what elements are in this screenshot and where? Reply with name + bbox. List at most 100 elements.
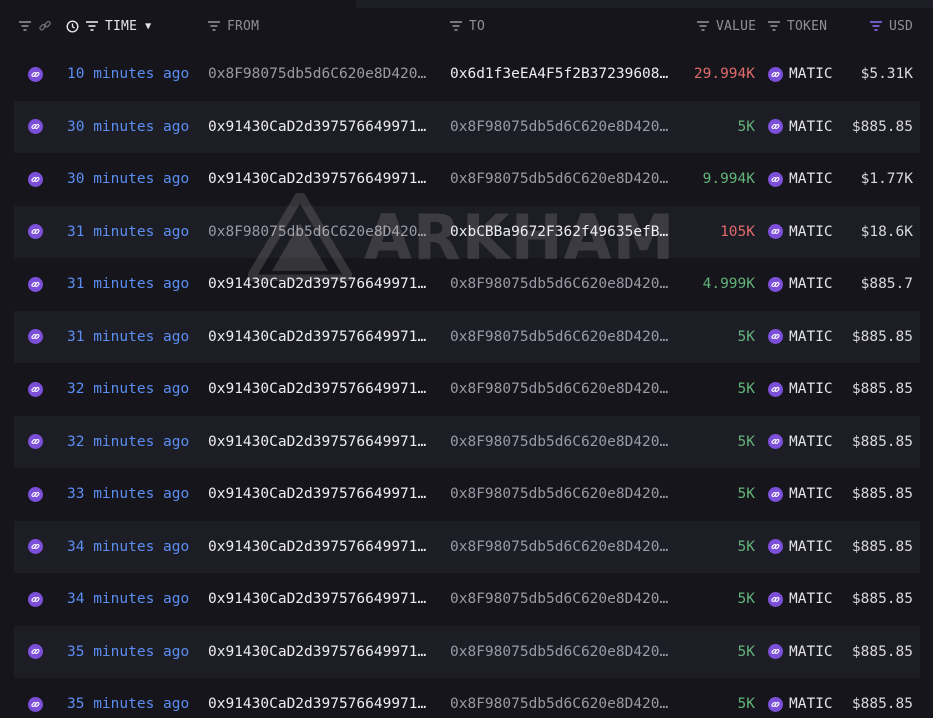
link-icon[interactable]: [28, 276, 43, 292]
link-icon[interactable]: [28, 644, 43, 659]
time-link[interactable]: 34 minutes ago: [67, 573, 197, 625]
from-address-text[interactable]: 0x8F98075db5d6C620e8D420…: [208, 224, 436, 240]
from-address-text[interactable]: 0x91430CaD2d397576649971…: [208, 591, 436, 607]
table-row[interactable]: 31 minutes ago 0x8F98075db5d6C620e8D420… 0…: [14, 205, 920, 258]
link-filter-header[interactable]: [18, 17, 52, 35]
token-cell[interactable]: MATIC: [768, 311, 848, 363]
token-symbol[interactable]: MATIC: [789, 276, 833, 292]
chain-link-icon[interactable]: [38, 19, 52, 33]
token-symbol[interactable]: MATIC: [789, 644, 833, 660]
row-link-cell[interactable]: [28, 101, 46, 153]
from-address-text[interactable]: 0x91430CaD2d397576649971…: [208, 329, 436, 345]
to-address[interactable]: 0x8F98075db5d6C620e8D420…: [450, 153, 678, 205]
to-address-text[interactable]: 0x6d1f3eEA4F5f2B37239608…: [450, 66, 678, 82]
table-row[interactable]: 30 minutes ago 0x91430CaD2d397576649971… 0…: [14, 100, 920, 153]
row-link-cell[interactable]: [28, 626, 46, 678]
token-symbol[interactable]: MATIC: [789, 486, 833, 502]
time-link[interactable]: 32 minutes ago: [67, 416, 197, 468]
to-address[interactable]: 0x8F98075db5d6C620e8D420…: [450, 678, 678, 718]
link-icon[interactable]: [28, 539, 43, 554]
to-address[interactable]: 0x8F98075db5d6C620e8D420…: [450, 521, 678, 573]
from-address-text[interactable]: 0x91430CaD2d397576649971…: [208, 381, 436, 397]
from-address[interactable]: 0x91430CaD2d397576649971…: [208, 311, 436, 363]
time-column-header[interactable]: TIME ▼: [66, 17, 151, 35]
to-address[interactable]: 0x8F98075db5d6C620e8D420…: [450, 468, 678, 520]
from-address[interactable]: 0x8F98075db5d6C620e8D420…: [208, 206, 436, 258]
link-icon[interactable]: [28, 329, 43, 344]
link-icon[interactable]: [28, 381, 43, 397]
row-link-cell[interactable]: [28, 573, 46, 625]
link-icon[interactable]: [28, 66, 43, 82]
to-address-text[interactable]: 0x8F98075db5d6C620e8D420…: [450, 539, 678, 555]
token-cell[interactable]: MATIC: [768, 521, 848, 573]
table-row[interactable]: 31 minutes ago 0x91430CaD2d397576649971… 0…: [14, 258, 920, 310]
time-link[interactable]: 31 minutes ago: [67, 311, 197, 363]
row-link-cell[interactable]: [28, 468, 46, 520]
link-icon[interactable]: [28, 224, 43, 239]
token-cell[interactable]: MATIC: [768, 101, 848, 153]
filter-icon[interactable]: [696, 20, 710, 32]
to-address[interactable]: 0xbCBBa9672F362f49635efB…: [450, 206, 678, 258]
time-link[interactable]: 10 minutes ago: [67, 48, 197, 100]
token-cell[interactable]: MATIC: [768, 468, 848, 520]
to-address-text[interactable]: 0x8F98075db5d6C620e8D420…: [450, 434, 678, 450]
to-address-text[interactable]: 0x8F98075db5d6C620e8D420…: [450, 696, 678, 712]
from-address-text[interactable]: 0x91430CaD2d397576649971…: [208, 119, 436, 135]
to-address[interactable]: 0x8F98075db5d6C620e8D420…: [450, 258, 678, 310]
filter-icon[interactable]: [18, 20, 32, 32]
from-address-text[interactable]: 0x91430CaD2d397576649971…: [208, 696, 436, 712]
from-address[interactable]: 0x91430CaD2d397576649971…: [208, 521, 436, 573]
token-cell[interactable]: MATIC: [768, 258, 848, 310]
time-link[interactable]: 34 minutes ago: [67, 521, 197, 573]
to-address[interactable]: 0x6d1f3eEA4F5f2B37239608…: [450, 48, 678, 100]
token-symbol[interactable]: MATIC: [789, 66, 833, 82]
token-symbol[interactable]: MATIC: [789, 591, 833, 607]
link-icon[interactable]: [28, 434, 43, 449]
row-link-cell[interactable]: [28, 258, 46, 310]
row-link-cell[interactable]: [28, 48, 46, 100]
from-address-text[interactable]: 0x91430CaD2d397576649971…: [208, 486, 436, 502]
from-address[interactable]: 0x91430CaD2d397576649971…: [208, 153, 436, 205]
from-address-text[interactable]: 0x91430CaD2d397576649971…: [208, 171, 436, 187]
from-address[interactable]: 0x91430CaD2d397576649971…: [208, 416, 436, 468]
to-address[interactable]: 0x8F98075db5d6C620e8D420…: [450, 311, 678, 363]
to-address-text[interactable]: 0x8F98075db5d6C620e8D420…: [450, 486, 678, 502]
token-cell[interactable]: MATIC: [768, 416, 848, 468]
token-cell[interactable]: MATIC: [768, 626, 848, 678]
from-address[interactable]: 0x91430CaD2d397576649971…: [208, 101, 436, 153]
to-address-text[interactable]: 0x8F98075db5d6C620e8D420…: [450, 276, 678, 292]
token-cell[interactable]: MATIC: [768, 363, 848, 415]
table-row[interactable]: 35 minutes ago 0x91430CaD2d397576649971… 0…: [14, 678, 920, 718]
token-column-header[interactable]: TOKEN: [767, 17, 827, 35]
usd-column-header[interactable]: USD: [869, 17, 913, 35]
row-link-cell[interactable]: [28, 678, 46, 718]
token-symbol[interactable]: MATIC: [789, 224, 833, 240]
from-column-header[interactable]: FROM: [207, 17, 259, 35]
row-link-cell[interactable]: [28, 206, 46, 258]
from-address[interactable]: 0x91430CaD2d397576649971…: [208, 468, 436, 520]
token-cell[interactable]: MATIC: [768, 153, 848, 205]
table-row[interactable]: 34 minutes ago 0x91430CaD2d397576649971… 0…: [14, 573, 920, 625]
to-address-text[interactable]: 0x8F98075db5d6C620e8D420…: [450, 171, 678, 187]
link-icon[interactable]: [28, 696, 43, 712]
filter-icon[interactable]: [449, 20, 463, 32]
to-column-header[interactable]: TO: [449, 17, 485, 35]
from-address[interactable]: 0x91430CaD2d397576649971…: [208, 573, 436, 625]
filter-icon[interactable]: [85, 20, 99, 32]
from-address[interactable]: 0x91430CaD2d397576649971…: [208, 626, 436, 678]
table-row[interactable]: 32 minutes ago 0x91430CaD2d397576649971… 0…: [14, 415, 920, 468]
filter-icon[interactable]: [207, 20, 221, 32]
to-address[interactable]: 0x8F98075db5d6C620e8D420…: [450, 101, 678, 153]
token-symbol[interactable]: MATIC: [789, 329, 833, 345]
to-address-text[interactable]: 0x8F98075db5d6C620e8D420…: [450, 119, 678, 135]
from-address-text[interactable]: 0x8F98075db5d6C620e8D420…: [208, 66, 436, 82]
table-row[interactable]: 35 minutes ago 0x91430CaD2d397576649971… 0…: [14, 625, 920, 678]
table-row[interactable]: 34 minutes ago 0x91430CaD2d397576649971… 0…: [14, 520, 920, 573]
from-address[interactable]: 0x91430CaD2d397576649971…: [208, 678, 436, 718]
from-address-text[interactable]: 0x91430CaD2d397576649971…: [208, 276, 436, 292]
from-address-text[interactable]: 0x91430CaD2d397576649971…: [208, 434, 436, 450]
time-link[interactable]: 35 minutes ago: [67, 626, 197, 678]
sort-desc-icon[interactable]: ▼: [145, 21, 151, 32]
time-link[interactable]: 35 minutes ago: [67, 678, 197, 718]
token-symbol[interactable]: MATIC: [789, 381, 833, 397]
